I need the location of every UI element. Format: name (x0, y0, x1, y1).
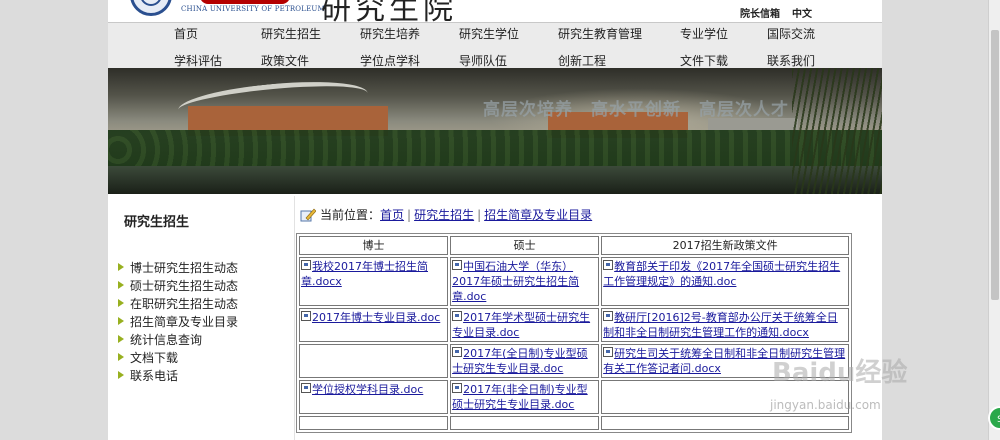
nav-contact[interactable]: 联系我们 (767, 52, 815, 69)
sidebar-item-contact-phone[interactable]: 联系电话 (118, 367, 178, 384)
language-link[interactable]: 中文 (792, 5, 812, 20)
university-name-logo (200, 0, 290, 4)
document-icon (452, 347, 463, 357)
table-cell-empty (299, 416, 449, 430)
document-link[interactable]: 我校2017年博士招生简章.docx (301, 260, 428, 288)
table-cell: 2017年(全日制)专业型硕士研究生专业目录.doc (450, 344, 600, 378)
sidebar-item-parttime-admissions[interactable]: 在职研究生招生动态 (118, 295, 238, 312)
nav-degree-programs[interactable]: 学位点学科 (360, 52, 420, 69)
document-icon (452, 383, 463, 393)
nav-professional-degree[interactable]: 专业学位 (680, 25, 728, 42)
documents-table: 博士 硕士 2017招生新政策文件 我校2017年博士招生简章.docx 中国石… (296, 233, 852, 433)
table-header-row: 博士 硕士 2017招生新政策文件 (299, 236, 849, 255)
bullet-arrow-icon (118, 263, 124, 271)
document-link[interactable]: 2017年学术型硕士研究生专业目录.doc (452, 311, 590, 339)
vertical-scrollbar[interactable] (988, 0, 1000, 440)
nav-admissions[interactable]: 研究生招生 (261, 25, 321, 42)
table-cell: 教育部关于印发《2017年全国硕士研究生招生工作管理规定》的通知.doc (601, 257, 849, 306)
table-cell: 2017年学术型硕士研究生专业目录.doc (450, 308, 600, 342)
document-icon (603, 347, 614, 357)
document-icon (301, 383, 311, 393)
nav-discipline-evaluation[interactable]: 学科评估 (174, 52, 222, 69)
table-row: 2017年博士专业目录.doc 2017年学术型硕士研究生专业目录.doc 教研… (299, 308, 849, 342)
pencil-note-icon (300, 208, 316, 222)
document-icon (452, 260, 463, 270)
table-cell: 学位授权学科目录.doc (299, 380, 449, 414)
sidebar-item-brochures[interactable]: 招生简章及专业目录 (118, 313, 238, 330)
document-icon (452, 311, 463, 321)
scrollbar-thumb[interactable] (991, 30, 999, 300)
bullet-arrow-icon (118, 353, 124, 361)
breadcrumb-label: 当前位置： (320, 208, 381, 222)
sidebar: 研究生招生 博士研究生招生动态 硕士研究生招生动态 在职研究生招生动态 招生简章… (108, 196, 295, 440)
breadcrumb-brochures[interactable]: 招生简章及专业目录 (484, 208, 592, 222)
bullet-arrow-icon (118, 317, 124, 325)
table-row: 学位授权学科目录.doc 2017年(非全日制)专业型硕士研究生专业目录.doc (299, 380, 849, 414)
sidebar-item-phd-admissions[interactable]: 博士研究生招生动态 (118, 259, 238, 276)
sidebar-title: 研究生招生 (124, 215, 190, 230)
document-icon (603, 311, 614, 321)
nav-international[interactable]: 国际交流 (767, 25, 815, 42)
nav-training[interactable]: 研究生培养 (360, 25, 420, 42)
document-link[interactable]: 学位授权学科目录.doc (312, 383, 423, 396)
nav-home[interactable]: 首页 (174, 25, 198, 42)
watermark-text: Baidu经验 (772, 358, 908, 388)
bullet-arrow-icon (118, 281, 124, 289)
table-cell: 2017年(非全日制)专业型硕士研究生专业目录.doc (450, 380, 600, 414)
table-cell: 中国石油大学（华东）2017年硕士研究生招生简章.doc (450, 257, 600, 306)
sidebar-item-statistics[interactable]: 统计信息查询 (118, 331, 202, 348)
table-cell: 教研厅[2016]2号-教育部办公厅关于统筹全日制和非全日制研究生管理工作的通知… (601, 308, 849, 342)
document-link[interactable]: 2017年(全日制)专业型硕士研究生专业目录.doc (452, 347, 588, 375)
site-title: 研究生院 (321, 0, 457, 22)
bullet-arrow-icon (118, 335, 124, 343)
president-mailbox-link[interactable]: 院长信箱 (740, 5, 780, 20)
column-header-phd: 博士 (299, 236, 449, 255)
table-cell-empty (299, 344, 449, 378)
bullet-arrow-icon (118, 371, 124, 379)
table-cell: 2017年博士专业目录.doc (299, 308, 449, 342)
column-header-master: 硕士 (450, 236, 600, 255)
willow-tree (792, 68, 882, 194)
university-seal-logo[interactable] (130, 0, 172, 16)
document-link[interactable]: 教育部关于印发《2017年全国硕士研究生招生工作管理规定》的通知.doc (603, 260, 840, 288)
document-link[interactable]: 中国石油大学（华东）2017年硕士研究生招生简章.doc (452, 260, 579, 303)
page: CHINA UNIVERSITY OF PETROLEUM 研究生院 院长信箱 … (108, 0, 882, 440)
nav-innovation[interactable]: 创新工程 (558, 52, 606, 69)
nav-supervisors[interactable]: 导师队伍 (459, 52, 507, 69)
table-row (299, 416, 849, 430)
document-icon (603, 260, 614, 270)
document-icon (301, 311, 311, 321)
document-icon (301, 260, 311, 270)
campus-banner-image: 高层次培养 高水平创新 高层次人才 (108, 68, 882, 194)
watermark-url: jingyan.baidu.com (770, 398, 881, 412)
document-link[interactable]: 2017年博士专业目录.doc (312, 311, 440, 324)
banner-slogan: 高层次培养 高水平创新 高层次人才 (483, 100, 789, 120)
document-link[interactable]: 教研厅[2016]2号-教育部办公厅关于统筹全日制和非全日制研究生管理工作的通知… (603, 311, 838, 339)
site-header: CHINA UNIVERSITY OF PETROLEUM 研究生院 院长信箱 … (108, 0, 882, 22)
column-header-policy: 2017招生新政策文件 (601, 236, 849, 255)
breadcrumb-admissions[interactable]: 研究生招生 (414, 208, 474, 222)
nav-policy-documents[interactable]: 政策文件 (261, 52, 309, 69)
table-cell: 我校2017年博士招生简章.docx (299, 257, 449, 306)
table-row: 我校2017年博士招生简章.docx 中国石油大学（华东）2017年硕士研究生招… (299, 257, 849, 306)
nav-education-management[interactable]: 研究生教育管理 (558, 25, 642, 42)
main-nav: 首页 研究生招生 研究生培养 研究生学位 研究生教育管理 专业学位 国际交流 学… (108, 22, 882, 69)
bullet-arrow-icon (118, 299, 124, 307)
table-cell-empty (601, 416, 849, 430)
breadcrumb-home[interactable]: 首页 (380, 208, 404, 222)
table-cell-empty (450, 416, 600, 430)
university-english-name: CHINA UNIVERSITY OF PETROLEUM (181, 5, 325, 13)
sidebar-item-downloads[interactable]: 文档下载 (118, 349, 178, 366)
table-row: 2017年(全日制)专业型硕士研究生专业目录.doc 研究生司关于统筹全日制和非… (299, 344, 849, 378)
nav-degree[interactable]: 研究生学位 (459, 25, 519, 42)
nav-downloads[interactable]: 文件下载 (680, 52, 728, 69)
sidebar-item-master-admissions[interactable]: 硕士研究生招生动态 (118, 277, 238, 294)
document-link[interactable]: 2017年(非全日制)专业型硕士研究生专业目录.doc (452, 383, 588, 411)
breadcrumb: 当前位置：首页 | 研究生招生 | 招生简章及专业目录 (300, 206, 592, 223)
